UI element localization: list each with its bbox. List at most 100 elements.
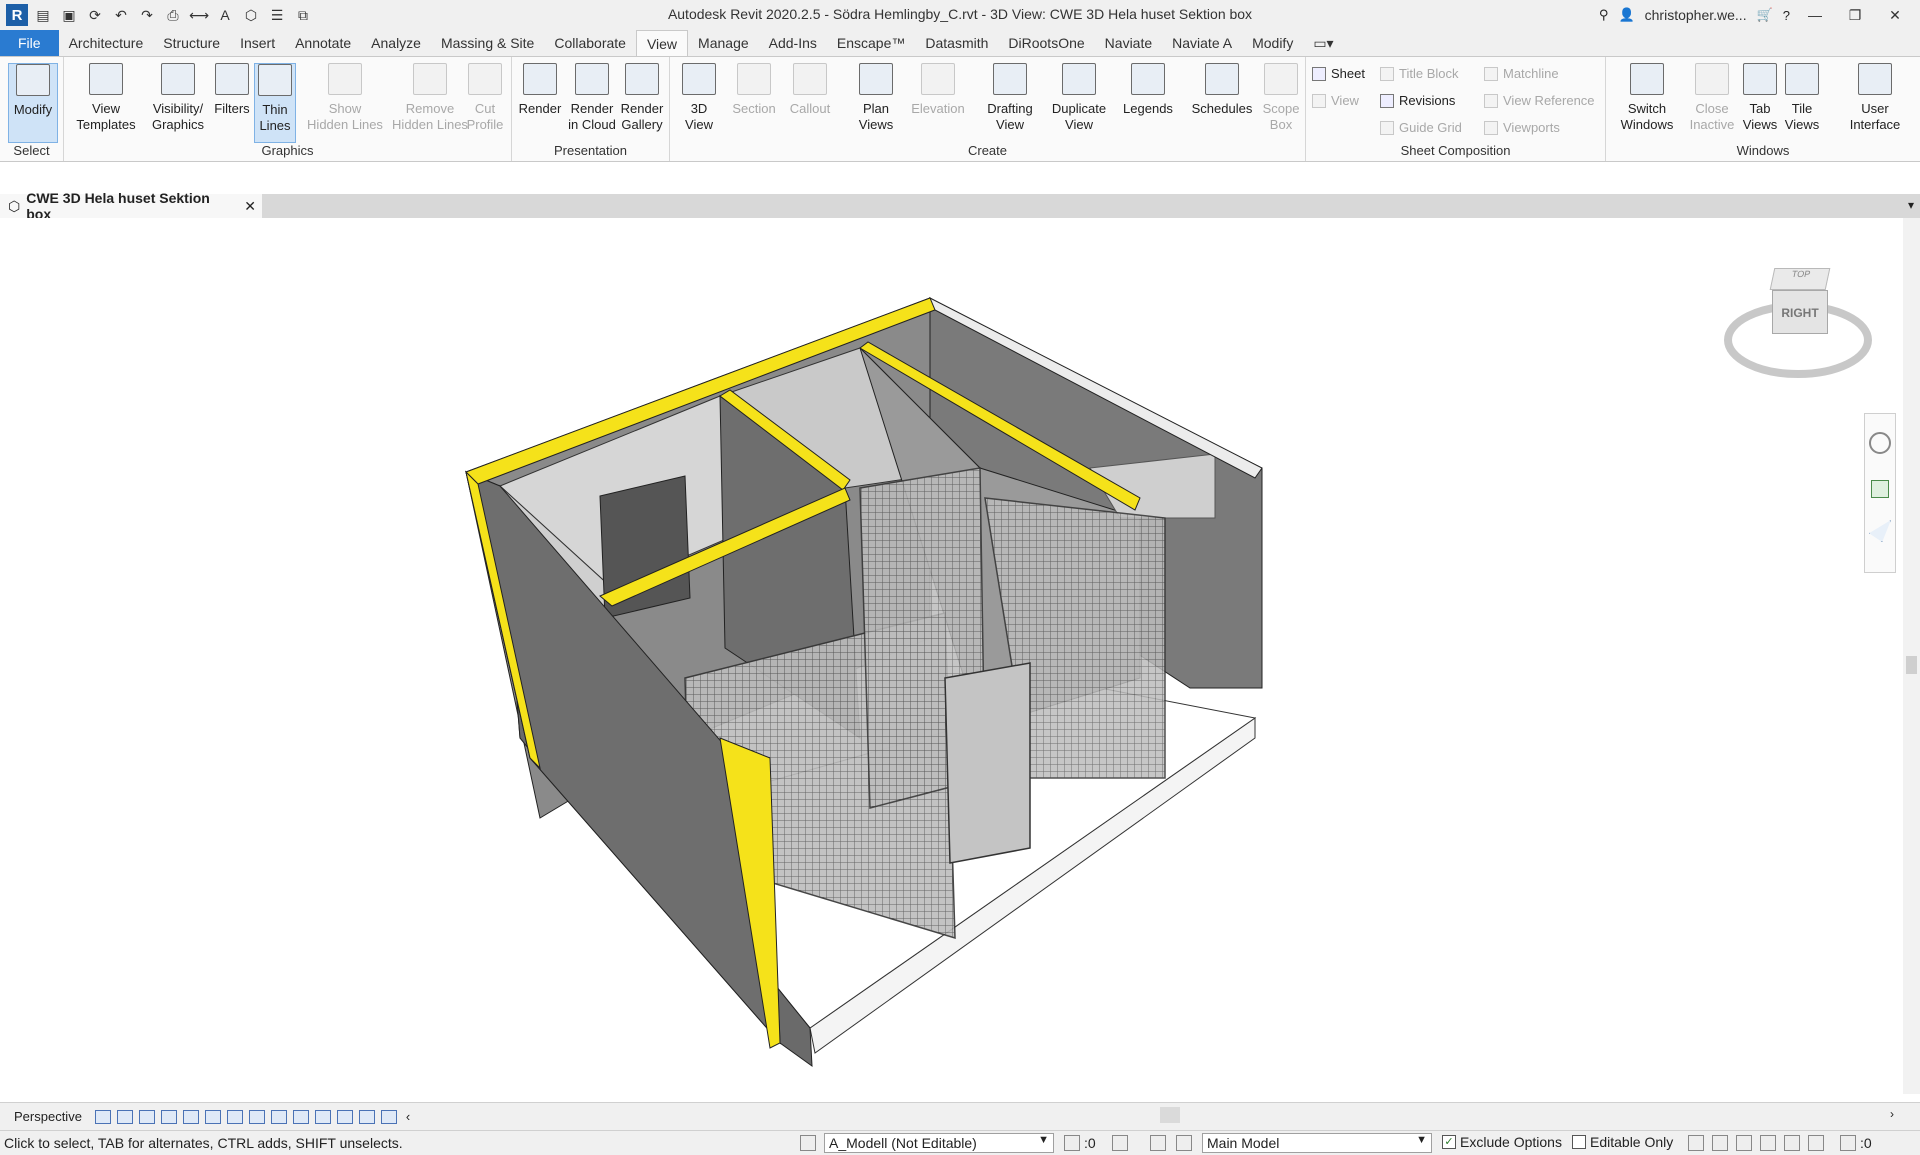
- viewports-button[interactable]: Viewports: [1484, 120, 1560, 135]
- unlock-view-icon[interactable]: [248, 1109, 265, 1124]
- vertical-scrollbar[interactable]: [1903, 218, 1920, 1094]
- tab-dirootsone[interactable]: DiRootsOne: [998, 30, 1094, 56]
- sync-status-icon[interactable]: [1064, 1135, 1080, 1151]
- cut-profile-button[interactable]: Cut Profile: [462, 63, 508, 143]
- tab-modify[interactable]: Modify: [1242, 30, 1303, 56]
- temp-hide-icon[interactable]: [270, 1109, 287, 1124]
- editable-only-checkbox[interactable]: Editable Only: [1572, 1134, 1673, 1150]
- collapse-arrow-icon[interactable]: ‹: [406, 1109, 410, 1124]
- view-properties-icon[interactable]: [380, 1109, 397, 1124]
- tab-file[interactable]: File: [0, 30, 59, 56]
- zoom-icon[interactable]: [1871, 480, 1889, 498]
- user-name[interactable]: christopher.we...: [1645, 7, 1747, 23]
- user-icon[interactable]: 👤: [1618, 7, 1634, 23]
- sun-path-icon[interactable]: [138, 1109, 155, 1124]
- undo-icon[interactable]: ↶: [110, 4, 132, 26]
- modify-button[interactable]: Modify: [8, 63, 58, 143]
- steering-wheel-icon[interactable]: [1869, 432, 1891, 454]
- view-button[interactable]: View: [1312, 93, 1359, 108]
- select-links-icon[interactable]: [1688, 1135, 1704, 1151]
- switch-windows-button[interactable]: Switch Windows: [1616, 63, 1678, 143]
- binoculars-icon[interactable]: ⚲: [1599, 7, 1609, 23]
- tab-annotate[interactable]: Annotate: [285, 30, 361, 56]
- show-hidden-lines-button[interactable]: Show Hidden Lines: [304, 63, 386, 143]
- revit-logo-icon[interactable]: R: [6, 4, 28, 26]
- viewcube-top-label[interactable]: TOP: [1769, 268, 1831, 290]
- tab-manage[interactable]: Manage: [688, 30, 759, 56]
- title-block-button[interactable]: Title Block: [1380, 66, 1458, 81]
- tab-views-button[interactable]: Tab Views: [1738, 63, 1782, 143]
- remove-hidden-lines-button[interactable]: Remove Hidden Lines: [386, 63, 474, 143]
- render-gallery-button[interactable]: Render Gallery: [616, 63, 668, 143]
- legends-button[interactable]: Legends: [1116, 63, 1180, 143]
- tab-collaborate[interactable]: Collaborate: [544, 30, 636, 56]
- save-icon[interactable]: ▣: [58, 4, 80, 26]
- rendering-icon[interactable]: [182, 1109, 199, 1124]
- tab-analyze[interactable]: Analyze: [361, 30, 431, 56]
- tab-architecture[interactable]: Architecture: [59, 30, 154, 56]
- elevation-button[interactable]: Elevation: [906, 63, 970, 143]
- panel-toggle-icon[interactable]: ▭▾: [1303, 30, 1343, 56]
- design-options-icon[interactable]: [1150, 1135, 1166, 1151]
- analytical-model-icon[interactable]: [314, 1109, 331, 1124]
- sheet-button[interactable]: Sheet: [1312, 66, 1365, 81]
- redo-icon[interactable]: ↷: [136, 4, 158, 26]
- section-button[interactable]: Section: [726, 63, 782, 143]
- drag-elements-icon[interactable]: [1784, 1135, 1800, 1151]
- filter-icon[interactable]: [1840, 1135, 1856, 1151]
- callout-button[interactable]: Callout: [782, 63, 838, 143]
- scroll-right-arrow-icon[interactable]: ›: [1890, 1107, 1894, 1121]
- highlight-displacement-icon[interactable]: [336, 1109, 353, 1124]
- render-button[interactable]: Render: [514, 63, 566, 143]
- view-templates-button[interactable]: View Templates: [74, 63, 138, 143]
- panel-title-select[interactable]: Select: [0, 143, 63, 161]
- scope-box-button[interactable]: Scope Box: [1256, 63, 1306, 143]
- render-in-cloud-button[interactable]: Render in Cloud: [564, 63, 620, 143]
- user-interface-button[interactable]: User Interface: [1840, 63, 1910, 143]
- orbit-icon[interactable]: [1869, 520, 1891, 542]
- thin-lines-icon[interactable]: ☰: [266, 4, 288, 26]
- show-crop-icon[interactable]: [226, 1109, 243, 1124]
- shadows-icon[interactable]: [160, 1109, 177, 1124]
- background-process-icon[interactable]: [1808, 1135, 1824, 1151]
- drafting-view-button[interactable]: Drafting View: [978, 63, 1042, 143]
- tab-naviate[interactable]: Naviate: [1095, 30, 1162, 56]
- drawing-canvas[interactable]: TOP RIGHT: [0, 218, 1903, 1094]
- tab-view[interactable]: View: [635, 30, 689, 56]
- reveal-hidden-icon[interactable]: [292, 1109, 309, 1124]
- tab-add-ins[interactable]: Add-Ins: [759, 30, 827, 56]
- tab-structure[interactable]: Structure: [153, 30, 230, 56]
- crop-view-icon[interactable]: [204, 1109, 221, 1124]
- select-pinned-icon[interactable]: [1736, 1135, 1752, 1151]
- design-option-combo[interactable]: Main Model ▼: [1202, 1133, 1432, 1153]
- tile-views-button[interactable]: Tile Views: [1780, 63, 1824, 143]
- view-scale[interactable]: Perspective: [0, 1109, 92, 1124]
- tab-menu-icon[interactable]: ▾: [1908, 198, 1914, 212]
- switch-windows-icon[interactable]: ⧉: [292, 4, 314, 26]
- open-icon[interactable]: ▤: [32, 4, 54, 26]
- guide-grid-button[interactable]: Guide Grid: [1380, 120, 1462, 135]
- workset-combo[interactable]: A_Modell (Not Editable) ▼: [824, 1133, 1054, 1153]
- tab-naviate-a[interactable]: Naviate A: [1162, 30, 1242, 56]
- cart-icon[interactable]: 🛒: [1757, 7, 1773, 23]
- model-icon[interactable]: [1112, 1135, 1128, 1151]
- plan-views-button[interactable]: Plan Views: [848, 63, 904, 143]
- text-icon[interactable]: A: [214, 4, 236, 26]
- tab-enscape[interactable]: Enscape™: [827, 30, 915, 56]
- horizontal-scrollbar-thumb[interactable]: [1160, 1107, 1180, 1123]
- constraints-icon[interactable]: [358, 1109, 375, 1124]
- viewcube[interactable]: TOP RIGHT: [1724, 268, 1872, 388]
- worksets-icon[interactable]: [800, 1135, 816, 1151]
- view-reference-button[interactable]: View Reference: [1484, 93, 1595, 108]
- minimize-button[interactable]: —: [1800, 7, 1830, 23]
- thin-lines-button[interactable]: Thin Lines: [254, 63, 296, 143]
- measure-icon[interactable]: ⟷: [188, 4, 210, 26]
- select-by-face-icon[interactable]: [1760, 1135, 1776, 1151]
- exclude-options-checkbox[interactable]: ✓ Exclude Options: [1442, 1134, 1562, 1150]
- design-options-toggle-icon[interactable]: [1176, 1135, 1192, 1151]
- visual-style-icon[interactable]: [116, 1109, 133, 1124]
- document-tab-close-icon[interactable]: ✕: [244, 198, 256, 215]
- vertical-scrollbar-thumb[interactable]: [1906, 656, 1917, 674]
- revisions-button[interactable]: Revisions: [1380, 93, 1455, 108]
- close-button[interactable]: ✕: [1880, 7, 1910, 24]
